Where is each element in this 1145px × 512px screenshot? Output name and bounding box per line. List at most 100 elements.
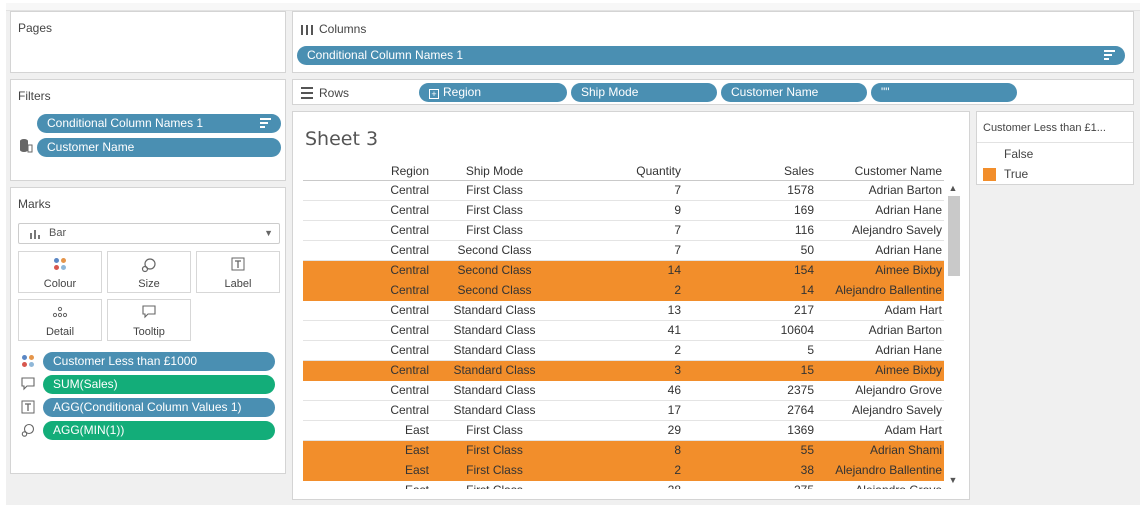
table-row[interactable]: EastFirst Class28275Alejandro Grove — [303, 480, 944, 489]
cell-ship-mode: First Class — [431, 440, 558, 461]
table-row[interactable]: Central First Class 9 169 Adrian Hane — [303, 200, 944, 221]
tooltip-button[interactable]: Tooltip — [107, 299, 191, 341]
rows-pill-customer-name[interactable]: Customer Name — [721, 83, 867, 102]
table-row[interactable]: East First Class 29 1369 Adam Hart — [303, 420, 944, 441]
columns-label: Columns — [319, 22, 367, 36]
mark-field-label: AGG(Conditional Column Values 1) — [53, 400, 242, 414]
cell-region: Central — [303, 260, 431, 281]
pages-shelf[interactable]: Pages — [10, 11, 286, 73]
mark-field-customer-less[interactable]: Customer Less than £1000 — [43, 352, 275, 371]
cell-quantity: 41 — [558, 320, 687, 341]
table-row[interactable]: Central Standard Class 2 5 Adrian Hane — [303, 340, 944, 361]
table-row[interactable]: Central First Class 7 1578 Adrian Barton — [303, 180, 944, 201]
scroll-up-icon[interactable]: ▲ — [947, 182, 959, 194]
mark-field-label: Customer Less than £1000 — [53, 354, 198, 368]
table-row[interactable]: Central Standard Class 13 217 Adam Hart — [303, 300, 944, 321]
color-icon — [21, 354, 35, 368]
cell-region: Central — [303, 380, 431, 401]
cell-customer-name: Alejandro Grove — [816, 480, 944, 489]
filters-title: Filters — [18, 89, 51, 103]
colour-label: Colour — [43, 278, 77, 290]
mark-field-label: AGG(MIN(1)) — [53, 423, 125, 437]
table-row[interactable]: Central Second Class 7 50 Adrian Hane — [303, 240, 944, 261]
table-row[interactable]: Central Second Class 2 14 Alejandro Ballenti… — [303, 280, 944, 301]
table-row[interactable]: East First Class 8 55 Adrian Shami — [303, 440, 944, 461]
header-quantity[interactable]: Quantity — [558, 162, 687, 181]
mark-field-agg-values[interactable]: AGG(Conditional Column Values 1) — [43, 398, 275, 417]
cell-region: East — [303, 440, 431, 461]
header-ship-mode[interactable]: Ship Mode — [431, 162, 558, 181]
columns-pill-label: Conditional Column Names 1 — [307, 48, 464, 62]
sheet-view: Sheet 3 Region Ship Mode Quantity Sales … — [292, 111, 970, 500]
cell-region: Central — [303, 300, 431, 321]
table-row[interactable]: Central First Class 7 116 Alejandro Savely — [303, 220, 944, 241]
legend-label: True — [1004, 167, 1029, 181]
vertical-scrollbar[interactable]: ▲ ▼ — [946, 182, 960, 488]
rows-pill-ship-mode[interactable]: Ship Mode — [571, 83, 717, 102]
cell-customer-name: Alejandro Ballentine — [816, 460, 944, 481]
cell-region: Central — [303, 240, 431, 261]
filter-icon — [260, 118, 271, 129]
chevron-down-icon: ▼ — [264, 228, 273, 238]
rows-pill-region[interactable]: + Region — [419, 83, 567, 102]
rows-pill-empty-string[interactable]: "" — [871, 83, 1017, 102]
cell-region: East — [303, 480, 431, 489]
cell-quantity: 2 — [558, 460, 687, 481]
columns-pill-conditional-names[interactable]: Conditional Column Names 1 — [297, 46, 1125, 65]
header-customer-name[interactable]: Customer Name — [816, 162, 944, 181]
columns-shelf[interactable]: Columns Conditional Column Names 1 — [292, 11, 1134, 73]
cell-ship-mode: Standard Class — [431, 400, 558, 421]
label-button[interactable]: Label — [196, 251, 280, 293]
cell-quantity: 7 — [558, 220, 687, 241]
cell-ship-mode: Standard Class — [431, 320, 558, 341]
cell-customer-name: Adrian Barton — [816, 320, 944, 341]
filter-pill-label: Conditional Column Names 1 — [47, 116, 204, 130]
table-row[interactable]: East First Class 2 38 Alejandro Ballentine — [303, 460, 944, 481]
cell-sales: 55 — [687, 440, 816, 461]
table-row[interactable]: Central Standard Class 3 15 Aimee Bixby — [303, 360, 944, 381]
rows-shelf[interactable]: Rows + Region Ship Mode Customer Name "" — [292, 79, 1134, 105]
cell-ship-mode: First Class — [431, 420, 558, 441]
tooltip-icon — [108, 305, 190, 322]
cell-sales: 2375 — [687, 380, 816, 401]
table-row[interactable]: Central Standard Class 17 2764 Alejandro Sav… — [303, 400, 944, 421]
table-row[interactable]: Central Standard Class 41 10604 Adrian Barto… — [303, 320, 944, 341]
cell-region: Central — [303, 320, 431, 341]
cell-quantity: 9 — [558, 200, 687, 221]
filter-icon — [1104, 50, 1115, 61]
colour-legend: Customer Less than £1... False True — [976, 111, 1134, 185]
scrollbar-thumb[interactable] — [948, 196, 960, 276]
filter-pill-conditional-names[interactable]: Conditional Column Names 1 — [37, 114, 281, 133]
cell-quantity: 46 — [558, 380, 687, 401]
header-region[interactable]: Region — [303, 162, 431, 181]
label-icon — [21, 400, 35, 414]
mark-type-dropdown[interactable]: Bar ▼ — [18, 223, 280, 244]
table-row[interactable]: Central Second Class 14 154 Aimee Bixby — [303, 260, 944, 281]
columns-icon — [301, 23, 313, 35]
mark-field-sum-sales[interactable]: SUM(Sales) — [43, 375, 275, 394]
colour-button[interactable]: Colour — [18, 251, 102, 293]
cell-ship-mode: First Class — [431, 200, 558, 221]
expand-plus-icon: + — [429, 89, 439, 99]
cell-sales: 38 — [687, 460, 816, 481]
filters-shelf[interactable]: Filters Conditional Column Names 1 Custo… — [10, 79, 286, 181]
cell-customer-name: Aimee Bixby — [816, 260, 944, 281]
cell-region: Central — [303, 200, 431, 221]
cell-quantity: 3 — [558, 360, 687, 381]
rows-pill-label: Customer Name — [731, 85, 819, 99]
detail-button[interactable]: Detail — [18, 299, 102, 341]
mark-field-agg-min[interactable]: AGG(MIN(1)) — [43, 421, 275, 440]
table-row[interactable]: Central Standard Class 46 2375 Alejandro Gro… — [303, 380, 944, 401]
cell-ship-mode: First Class — [431, 220, 558, 241]
cell-ship-mode: Standard Class — [431, 380, 558, 401]
cell-customer-name: Alejandro Savely — [816, 220, 944, 241]
database-filter-icon — [19, 138, 33, 154]
scroll-down-icon[interactable]: ▼ — [947, 474, 959, 486]
filter-pill-customer-name[interactable]: Customer Name — [37, 138, 281, 157]
cell-ship-mode: Standard Class — [431, 360, 558, 381]
header-sales[interactable]: Sales — [687, 162, 816, 181]
cell-region: East — [303, 420, 431, 441]
rows-pill-label: "" — [881, 85, 890, 99]
size-button[interactable]: Size — [107, 251, 191, 293]
cell-sales: 14 — [687, 280, 816, 301]
